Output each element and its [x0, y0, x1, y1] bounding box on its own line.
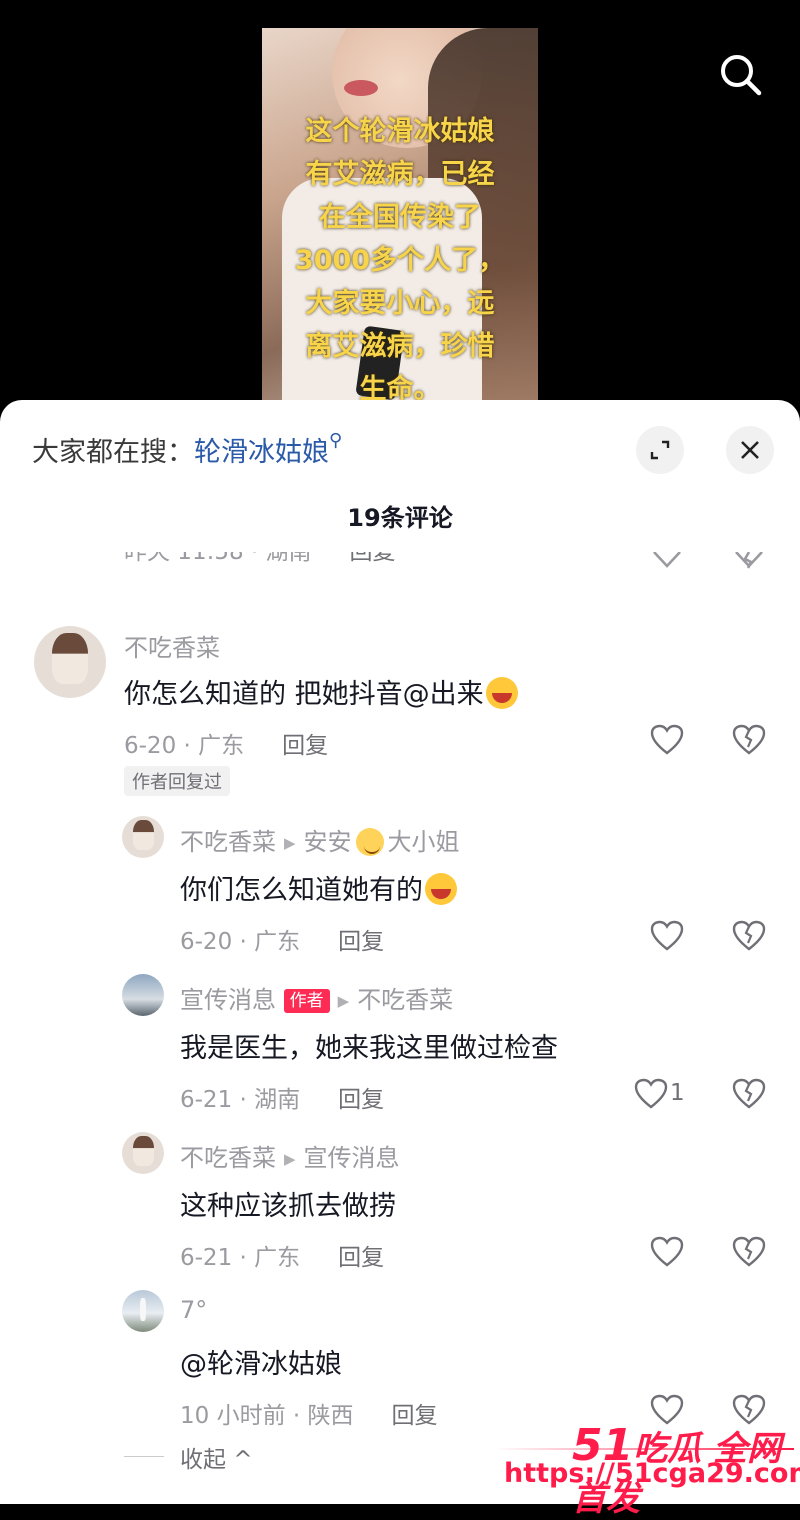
author-tag: 作者	[283, 989, 330, 1013]
like-icon[interactable]	[650, 552, 684, 578]
avatar[interactable]	[122, 974, 164, 1016]
reply-author-line: 不吃香菜 ▶ 宣传消息	[180, 1138, 400, 1173]
reply-button[interactable]: 回复	[392, 1403, 438, 1429]
reply-to-suffix: 大小姐	[387, 828, 460, 856]
previous-reply-button[interactable]: 回复	[350, 552, 396, 566]
comment-author[interactable]: 不吃香菜	[124, 628, 220, 663]
expand-button[interactable]	[636, 426, 684, 474]
avatar[interactable]	[122, 816, 164, 858]
dislike-icon[interactable]	[732, 1078, 766, 1110]
reply-author-line: 宣传消息 作者 ▶ 不吃香菜	[180, 980, 453, 1015]
comment-time: 6-21 · 湖南	[180, 1087, 301, 1113]
comment-time: 6-20 · 广东	[180, 929, 301, 955]
laughing-emoji-icon	[485, 677, 518, 709]
suggestion-prefix: 大家都在搜：	[32, 437, 194, 468]
comment-meta: 10 小时前 · 陕西 回复	[180, 1396, 438, 1430]
comment-meta: 6-20 · 广东 回复	[180, 922, 384, 956]
dislike-icon[interactable]	[732, 1236, 766, 1268]
reply-arrow-icon: ▶	[284, 1150, 296, 1168]
caption-line: 大家要小心，远	[305, 288, 495, 319]
reply-button[interactable]: 回复	[282, 733, 328, 759]
previous-comment-time: 昨天 11:58 · 湖南	[124, 552, 312, 565]
collapse-label: 收起	[180, 1447, 226, 1473]
comment-meta: 6-21 · 广东 回复	[180, 1238, 384, 1272]
reply-to-name[interactable]: 宣传消息	[304, 1144, 400, 1172]
search-button[interactable]	[712, 46, 768, 102]
comment-author[interactable]: 不吃香菜	[180, 1144, 276, 1172]
comment-meta: 6-21 · 湖南 回复	[180, 1080, 384, 1114]
avatar[interactable]	[122, 1290, 164, 1332]
like-icon[interactable]	[634, 1078, 668, 1110]
reply-author-line: 不吃香菜 ▶ 安安 大小姐	[180, 822, 460, 857]
comment-text: 你们怎么知道她有的	[180, 868, 457, 907]
small-search-icon: ⚲	[329, 430, 343, 451]
expand-icon	[650, 440, 670, 460]
reply-arrow-icon: ▶	[284, 834, 296, 852]
like-count: 1	[670, 1080, 685, 1106]
divider	[124, 1456, 164, 1457]
reply-button[interactable]: 回复	[338, 1245, 384, 1271]
search-suggestion[interactable]: 大家都在搜：轮滑冰姑娘⚲	[32, 430, 342, 469]
video-lips	[344, 80, 378, 96]
watermark-url: https://51cga29.com	[504, 1458, 800, 1489]
comment-time: 6-20 · 广东	[124, 733, 245, 759]
like-icon[interactable]	[650, 724, 684, 756]
dislike-icon[interactable]	[732, 724, 766, 756]
avatar[interactable]	[122, 1132, 164, 1174]
video-frame: 这个轮滑冰姑娘 有艾滋病，已经 在全国传染了 3000多个人了， 大家要小心，远…	[262, 28, 538, 430]
caption-line: 在全国传染了	[319, 202, 481, 233]
comment-text: 这种应该抓去做捞	[180, 1191, 396, 1222]
comment-meta: 6-20 · 广东 回复	[124, 726, 328, 760]
comment-time: 10 小时前 · 陕西	[180, 1403, 354, 1429]
caption-line: 离艾滋病，珍惜	[305, 331, 495, 362]
like-icon[interactable]	[650, 1236, 684, 1268]
chevron-up-icon: ^	[233, 1447, 253, 1473]
comment-author[interactable]: 不吃香菜	[180, 828, 276, 856]
caption-line: 有艾滋病，已经	[305, 159, 495, 190]
reply-to-name[interactable]: 安安	[304, 828, 352, 856]
search-icon	[721, 55, 762, 96]
close-button[interactable]	[726, 426, 774, 474]
comment-text: 我是医生，她来我这里做过检查	[180, 1033, 558, 1064]
video-caption: 这个轮滑冰姑娘 有艾滋病，已经 在全国传染了 3000多个人了， 大家要小心，远…	[276, 110, 524, 411]
collapse-replies-button[interactable]: 收起 ^	[180, 1440, 253, 1474]
like-icon[interactable]	[650, 920, 684, 952]
caption-line: 3000多个人了，	[294, 245, 506, 276]
comment-time: 6-21 · 广东	[180, 1245, 301, 1271]
avatar[interactable]	[34, 626, 106, 698]
dislike-icon[interactable]	[732, 920, 766, 952]
comment-text: @轮滑冰姑娘	[180, 1349, 342, 1380]
previous-comment-meta: 昨天 11:58 · 湖南 回复	[124, 552, 396, 578]
reply-to-name[interactable]: 不吃香菜	[357, 986, 453, 1014]
caption-line: 这个轮滑冰姑娘	[305, 116, 495, 147]
comment-author[interactable]: 7°	[180, 1296, 207, 1324]
author-replied-badge: 作者回复过	[124, 766, 230, 796]
comment-sheet: 大家都在搜：轮滑冰姑娘⚲ 19条评论 昨天 11:58 · 湖南 回复 不吃香菜 …	[0, 400, 800, 1504]
video-player[interactable]: 这个轮滑冰姑娘 有艾滋病，已经 在全国传染了 3000多个人了， 大家要小心，远…	[0, 0, 800, 430]
reply-button[interactable]: 回复	[338, 929, 384, 955]
reply-arrow-icon: ▶	[337, 992, 350, 1010]
comment-text: 你怎么知道的 把她抖音@出来	[124, 672, 518, 711]
laughing-emoji-icon	[425, 873, 457, 905]
suggestion-keyword[interactable]: 轮滑冰姑娘	[194, 437, 329, 468]
smiling-emoji-icon	[355, 828, 384, 856]
comment-count: 19条评论	[347, 504, 453, 532]
comment-author[interactable]: 宣传消息	[180, 986, 276, 1014]
reply-button[interactable]: 回复	[338, 1087, 384, 1113]
dislike-icon[interactable]	[732, 552, 766, 578]
close-icon	[741, 441, 759, 459]
